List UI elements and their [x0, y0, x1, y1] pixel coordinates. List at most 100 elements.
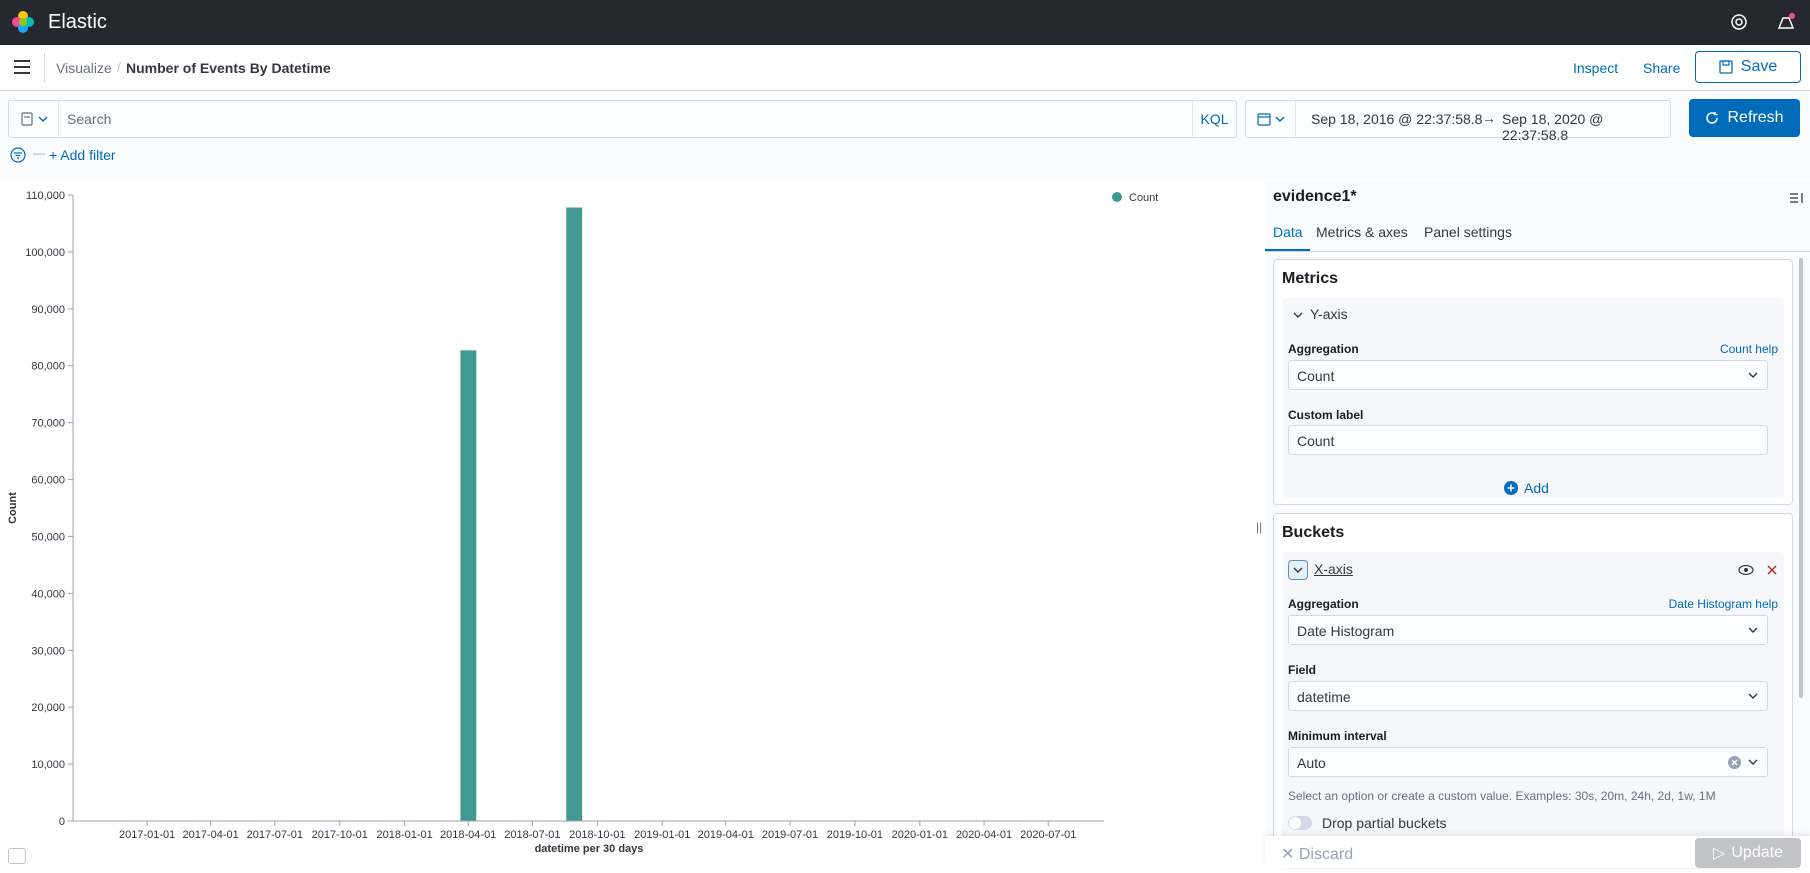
collapse-sidebar-icon[interactable]: [1788, 190, 1804, 206]
chevron-down-icon: [1748, 759, 1758, 765]
interval-select[interactable]: Auto: [1288, 747, 1768, 777]
arrow-right-icon: →: [1482, 110, 1496, 126]
interval-value: Auto: [1297, 755, 1326, 771]
tab-metrics-axes[interactable]: Metrics & axes: [1316, 224, 1408, 240]
y-tick-label: 10,000: [31, 759, 65, 771]
x-axis-toggle[interactable]: [1288, 560, 1308, 580]
y-axis-agg: Y-axis Aggregation Count help Count Cust…: [1282, 298, 1784, 498]
chevron-down-icon[interactable]: [1292, 309, 1304, 321]
start-date[interactable]: Sep 18, 2016 @ 22:37:58.8: [1311, 111, 1482, 127]
date-histogram-help-link[interactable]: Date Histogram help: [1669, 597, 1778, 611]
editor-bottom-bar: ✕ Discard ▷ Update: [1265, 836, 1810, 868]
refresh-button[interactable]: Refresh: [1689, 99, 1800, 137]
x-tick-label: 2019-04-01: [698, 829, 754, 841]
filter-divider: —: [33, 146, 45, 160]
query-bar: Search KQL Sep 18, 2016 @ 22:37:58.8 → S…: [0, 91, 1810, 179]
legend-swatch[interactable]: [1112, 192, 1122, 202]
update-button[interactable]: ▷ Update: [1695, 838, 1801, 868]
aggregation-label: Aggregation: [1288, 342, 1359, 356]
end-date[interactable]: Sep 18, 2020 @ 22:37:58.8: [1502, 111, 1670, 143]
chevron-down-icon: [1275, 116, 1284, 122]
bar-chart: 0 10,000 20,000 30,000 40,000 50,000 60,000 70,…: [7, 190, 1158, 855]
drop-partial-toggle[interactable]: [1288, 816, 1312, 830]
y-tick-label: 20,000: [31, 702, 65, 714]
y-tick-label: 30,000: [31, 645, 65, 657]
tab-panel-settings[interactable]: Panel settings: [1424, 224, 1512, 240]
x-tick-label: 2018-10-01: [569, 829, 625, 841]
help-icon[interactable]: [1729, 12, 1749, 32]
share-link[interactable]: Share: [1643, 60, 1680, 76]
date-picker: Sep 18, 2016 @ 22:37:58.8 → Sep 18, 2020…: [1245, 100, 1671, 143]
y-tick-label: 90,000: [31, 304, 65, 316]
save-label: Save: [1740, 58, 1778, 75]
nav-divider: [44, 53, 45, 83]
filter-icon[interactable]: [10, 147, 26, 163]
x-tick-label: 2019-10-01: [827, 829, 883, 841]
clear-icon[interactable]: [1728, 756, 1741, 769]
inspect-link[interactable]: Inspect: [1573, 60, 1618, 76]
field-select[interactable]: datetime: [1288, 681, 1768, 711]
add-label: Add: [1524, 480, 1549, 496]
x-tick-label: 2020-07-01: [1020, 829, 1076, 841]
legend-toggle-icon[interactable]: [8, 848, 26, 864]
breadcrumb-separator: /: [117, 59, 121, 75]
aggregation-select[interactable]: Count: [1288, 360, 1768, 390]
discard-label: Discard: [1298, 846, 1354, 863]
sidebar-scrollbar[interactable]: [1799, 258, 1803, 698]
y-tick-label: 100,000: [25, 247, 65, 259]
breadcrumb-current: Number of Events By Datetime: [126, 60, 331, 76]
x-tick-label: 2018-01-01: [377, 829, 433, 841]
chart-area: 0 10,000 20,000 30,000 40,000 50,000 60,000 70,…: [0, 180, 1260, 868]
interval-help-text: Select an option or create a custom valu…: [1288, 789, 1716, 803]
x-tick-label: 2019-07-01: [762, 829, 818, 841]
buckets-panel: Buckets X-axis Aggregation Date Histogra…: [1273, 513, 1793, 869]
discard-button[interactable]: ✕ Discard: [1281, 844, 1353, 864]
elastic-logo-icon[interactable]: [11, 10, 35, 34]
save-button[interactable]: Save: [1695, 51, 1801, 83]
x-tick-label: 2020-01-01: [892, 829, 948, 841]
play-icon: ▷: [1713, 845, 1726, 862]
close-icon[interactable]: [1766, 564, 1778, 576]
y-tick-label: 40,000: [31, 588, 65, 600]
tab-data[interactable]: Data: [1273, 224, 1303, 240]
quick-select-button[interactable]: [1246, 101, 1296, 137]
y-tick-label: 70,000: [31, 418, 65, 430]
metrics-title: Metrics: [1282, 270, 1339, 287]
update-label: Update: [1731, 844, 1783, 861]
bucket-aggregation-select[interactable]: Date Histogram: [1288, 615, 1768, 645]
legend-label[interactable]: Count: [1129, 192, 1158, 204]
add-metric-button[interactable]: Add: [1504, 480, 1549, 496]
kql-toggle[interactable]: KQL: [1192, 101, 1236, 137]
buckets-title: Buckets: [1282, 524, 1345, 541]
editor-tabs: Data Metrics & axes Panel settings: [1265, 214, 1810, 252]
x-tick-label: 2017-04-01: [182, 829, 238, 841]
custom-label-label: Custom label: [1288, 408, 1364, 422]
menu-icon[interactable]: [14, 60, 30, 74]
custom-label-input[interactable]: Count: [1288, 425, 1768, 455]
y-axis-label: Count: [7, 492, 19, 524]
nav-bar: Visualize / Number of Events By Datetime…: [0, 45, 1810, 91]
y-axis-agg-title[interactable]: Y-axis: [1310, 306, 1348, 322]
chart-bar[interactable]: [460, 350, 477, 821]
save-icon: [1719, 60, 1733, 74]
saved-query-button[interactable]: [9, 101, 59, 137]
search-input[interactable]: Search: [67, 111, 111, 127]
newsfeed-icon[interactable]: [1776, 12, 1796, 32]
plus-circle-icon: [1504, 481, 1518, 495]
count-help-link[interactable]: Count help: [1720, 342, 1778, 356]
editor-sidebar: evidence1* Data Metrics & axes Panel set…: [1265, 180, 1810, 869]
x-tick-label: 2018-07-01: [504, 829, 560, 841]
toggle-knob: [1289, 817, 1301, 829]
breadcrumb-visualize[interactable]: Visualize: [56, 60, 112, 76]
add-filter-link[interactable]: + Add filter: [49, 147, 116, 163]
index-pattern-title: evidence1*: [1273, 188, 1357, 205]
x-axis-agg-title[interactable]: X-axis: [1314, 561, 1353, 577]
field-label: Field: [1288, 663, 1317, 677]
chart-bar[interactable]: [566, 207, 583, 821]
panel-resize-handle[interactable]: ||: [1256, 520, 1262, 534]
eye-icon[interactable]: [1738, 564, 1754, 576]
x-tick-label: 2017-10-01: [312, 829, 368, 841]
chevron-down-icon: [1748, 627, 1758, 633]
chevron-down-icon: [1748, 372, 1758, 378]
y-tick-label: 60,000: [31, 475, 65, 487]
